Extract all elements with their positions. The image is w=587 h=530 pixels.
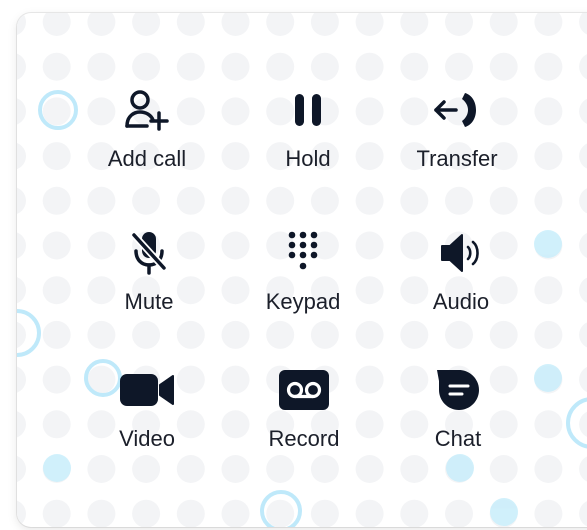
mute-label: Mute — [124, 289, 174, 314]
record-button[interactable]: Record — [224, 366, 384, 486]
microphone-off-icon — [119, 229, 179, 277]
hold-button[interactable]: Hold — [228, 86, 388, 206]
add-call-button[interactable]: Add call — [67, 86, 227, 206]
video-camera-icon — [117, 366, 177, 414]
hold-label: Hold — [285, 146, 331, 171]
record-label: Record — [268, 426, 340, 451]
voicemail-icon — [274, 366, 334, 414]
video-label: Video — [119, 426, 175, 451]
speaker-icon — [431, 229, 491, 277]
audio-button[interactable]: Audio — [381, 229, 541, 349]
keypad-label: Keypad — [265, 289, 341, 314]
audio-label: Audio — [432, 289, 490, 314]
transfer-label: Transfer — [416, 146, 498, 171]
chat-label: Chat — [434, 426, 482, 451]
chat-bubble-icon — [428, 366, 488, 414]
mute-button[interactable]: Mute — [69, 229, 229, 349]
chat-button[interactable]: Chat — [378, 366, 538, 486]
pause-icon — [278, 86, 338, 134]
keypad-button[interactable]: Keypad — [223, 229, 383, 349]
dialpad-icon — [273, 229, 333, 277]
add-call-label: Add call — [107, 146, 187, 171]
add-user-icon — [117, 86, 177, 134]
video-button[interactable]: Video — [67, 366, 227, 486]
transfer-button[interactable]: Transfer — [377, 86, 537, 206]
call-controls-panel: Add call Hold Transfer Mute Keypad Audio… — [17, 13, 587, 527]
transfer-icon — [427, 86, 487, 134]
